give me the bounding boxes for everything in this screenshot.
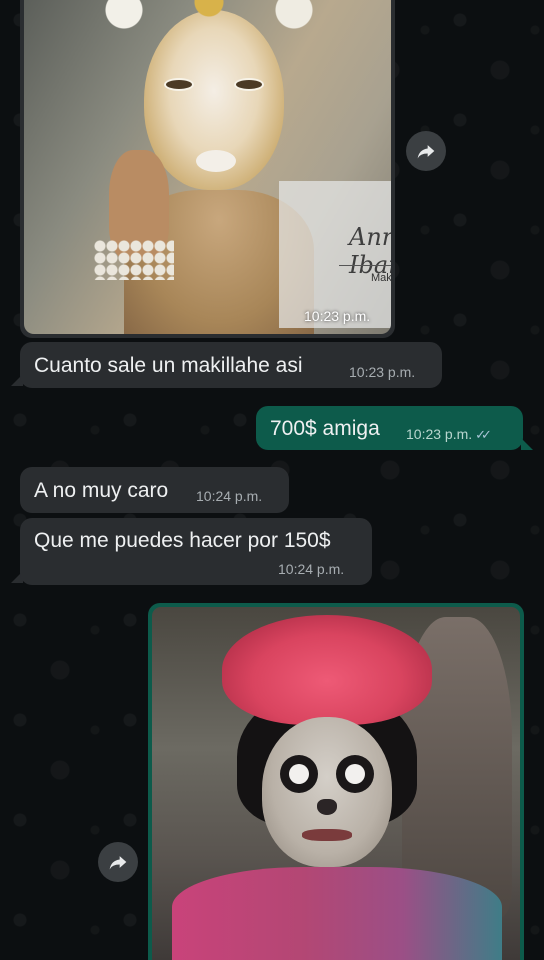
watermark-subtitle: Makeup artist	[371, 272, 391, 284]
forward-arrow-icon	[109, 856, 127, 870]
makeup-photo[interactable]: Annaly Ibarra Makeup artist 10:23 p.m.	[24, 0, 391, 334]
forward-button[interactable]	[98, 842, 138, 882]
message-time: 10:23 p.m.	[349, 364, 416, 380]
double-check-icon: ✓✓	[475, 427, 492, 442]
message-text: Cuanto sale un makillahe asi	[34, 354, 303, 377]
message-text: 700$ amiga	[270, 417, 380, 440]
incoming-message[interactable]: Que me puedes hacer por 150$ 10:24 p.m.	[20, 518, 372, 585]
outgoing-message[interactable]: 700$ amiga 10:23 p.m. ✓✓	[256, 406, 523, 450]
forward-arrow-icon	[417, 145, 435, 159]
incoming-image-message[interactable]: Annaly Ibarra Makeup artist 10:23 p.m.	[20, 0, 395, 338]
message-time: 10:24 p.m.	[278, 561, 345, 577]
outgoing-image-message[interactable]	[148, 603, 524, 960]
reaction-photo[interactable]	[152, 607, 520, 960]
message-time: 10:24 p.m.	[196, 488, 263, 504]
message-time: 10:23 p.m.	[304, 308, 371, 324]
watermark-signature: Annaly Ibarra	[349, 223, 391, 279]
forward-button[interactable]	[406, 131, 446, 171]
message-text: A no muy caro	[34, 479, 169, 502]
message-text: Que me puedes hacer por 150$	[34, 529, 331, 552]
incoming-message[interactable]: A no muy caro 10:24 p.m.	[20, 467, 289, 513]
incoming-message[interactable]: Cuanto sale un makillahe asi 10:23 p.m.	[20, 342, 442, 388]
message-time: 10:23 p.m.	[406, 426, 473, 442]
artist-watermark: Annaly Ibarra Makeup artist	[279, 181, 391, 328]
